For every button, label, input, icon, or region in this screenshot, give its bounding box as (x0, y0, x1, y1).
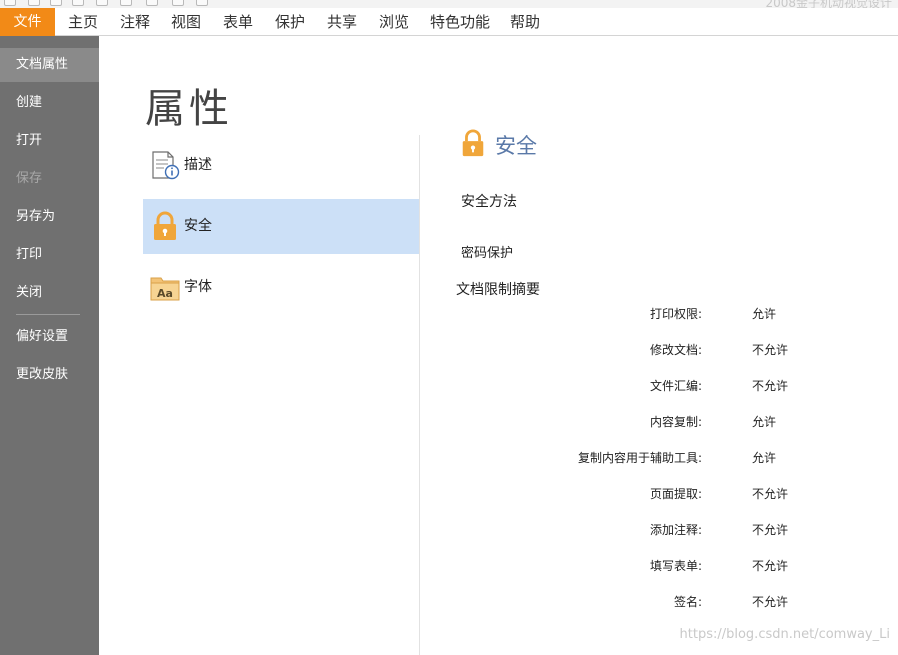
watermark: https://blog.csdn.net/comway_Li (679, 627, 890, 642)
tab-help[interactable]: 帮助 (502, 8, 548, 36)
perm-label-page-extract: 页面提取: (649, 487, 702, 501)
nav-divider (16, 314, 80, 315)
perm-value-fill-forms: 不允许 (752, 559, 789, 573)
tab-home[interactable]: 主页 (60, 8, 106, 36)
perm-label-fill-forms: 填写表单: (649, 559, 702, 573)
category-label: 描述 (184, 157, 212, 173)
page-title: 属性 (145, 86, 233, 132)
perm-value-print: 允许 (752, 307, 777, 321)
tab-comment[interactable]: 注释 (112, 8, 158, 36)
panel-divider (419, 135, 420, 655)
nav-open[interactable]: 打开 (0, 124, 99, 158)
perm-label-sign: 签名: (673, 595, 702, 609)
new-icon[interactable] (96, 0, 108, 6)
security-title: 安全 (495, 134, 537, 158)
perm-value-accessibility: 允许 (752, 451, 777, 465)
perm-label-print: 打印权限: (649, 307, 702, 321)
svg-text:Aa: Aa (157, 287, 173, 300)
nav-close[interactable]: 关闭 (0, 276, 99, 310)
tab-file[interactable]: 文件 (0, 8, 55, 36)
nav-document-properties[interactable]: 文档属性 (0, 48, 99, 82)
tab-form[interactable]: 表单 (215, 8, 261, 36)
lock-icon (154, 211, 176, 240)
font-folder-icon: Aa (150, 277, 180, 301)
category-label: 字体 (184, 279, 212, 295)
tab-protect[interactable]: 保护 (267, 8, 313, 36)
perm-label-accessibility: 复制内容用于辅助工具: (577, 451, 702, 465)
category-security[interactable]: 安全 (143, 199, 419, 254)
copy-icon[interactable] (120, 0, 132, 6)
perm-value-copy: 允许 (752, 415, 777, 429)
security-method-value: 密码保护 (461, 246, 514, 261)
restriction-summary-title: 文档限制摘要 (456, 282, 540, 298)
nav-create[interactable]: 创建 (0, 86, 99, 120)
hand-icon[interactable] (196, 0, 208, 6)
perm-value-assemble: 不允许 (752, 379, 789, 393)
perm-label-modify: 修改文档: (649, 343, 702, 357)
category-fonts[interactable]: Aa 字体 (143, 260, 419, 315)
nav-save: 保存 (16, 171, 43, 186)
nav-save-as[interactable]: 另存为 (0, 200, 99, 234)
open-icon[interactable] (28, 0, 40, 6)
category-label: 安全 (184, 218, 212, 234)
tab-browse[interactable]: 浏览 (371, 8, 417, 36)
nav-preferences[interactable]: 偏好设置 (0, 320, 99, 354)
category-description[interactable]: 描述 (143, 138, 419, 193)
tab-share[interactable]: 共享 (319, 8, 365, 36)
backstage-nav: 文档属性 创建 打开 保存 另存为 打印 关闭 偏好设置 更改皮肤 (0, 36, 99, 655)
undo-icon[interactable] (146, 0, 158, 6)
quick-access-toolbar: 2008金子机动视觉设计 (0, 0, 898, 8)
redo-icon[interactable] (172, 0, 184, 6)
perm-label-copy: 内容复制: (649, 415, 702, 429)
nav-print[interactable]: 打印 (0, 238, 99, 272)
nav-change-skin[interactable]: 更改皮肤 (0, 358, 99, 392)
perm-value-annotate: 不允许 (752, 523, 789, 537)
save-icon[interactable] (50, 0, 62, 6)
perm-value-modify: 不允许 (752, 343, 789, 357)
app-icon[interactable] (4, 0, 16, 6)
perm-value-page-extract: 不允许 (752, 487, 789, 501)
lock-icon (462, 129, 484, 157)
print-icon[interactable] (72, 0, 84, 6)
tab-features[interactable]: 特色功能 (424, 8, 496, 36)
perm-value-sign: 不允许 (752, 595, 789, 609)
perm-label-assemble: 文件汇编: (649, 379, 702, 393)
tab-view[interactable]: 视图 (163, 8, 209, 36)
window-title: 2008金子机动视觉设计 (765, 0, 892, 8)
perm-label-annotate: 添加注释: (649, 523, 702, 537)
document-info-icon (152, 151, 180, 180)
security-method-label: 安全方法 (461, 194, 517, 210)
ribbon-tab-bar: 文件 主页 注释 视图 表单 保护 共享 浏览 特色功能 帮助 (0, 8, 898, 36)
